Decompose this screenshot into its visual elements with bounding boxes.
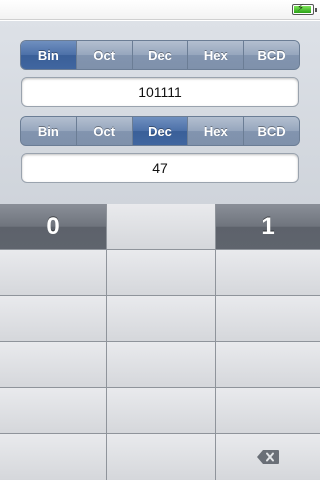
key-1[interactable]: 1 bbox=[216, 204, 320, 250]
key-blank[interactable] bbox=[0, 434, 107, 480]
output-base-bin[interactable]: Bin bbox=[21, 117, 77, 145]
output-base-dec[interactable]: Dec bbox=[132, 117, 189, 145]
input-base-oct[interactable]: Oct bbox=[76, 41, 133, 69]
key-blank[interactable] bbox=[107, 204, 216, 250]
key-blank[interactable] bbox=[216, 250, 320, 296]
backspace-key[interactable] bbox=[216, 434, 320, 480]
key-blank[interactable] bbox=[216, 388, 320, 434]
key-blank[interactable] bbox=[216, 296, 320, 342]
key-blank[interactable] bbox=[216, 342, 320, 388]
output-base-bcd[interactable]: BCD bbox=[244, 117, 299, 145]
output-base-hex[interactable]: Hex bbox=[188, 117, 245, 145]
output-base-selector: Bin Oct Dec Hex BCD bbox=[20, 116, 300, 146]
input-base-bin[interactable]: Bin bbox=[21, 41, 77, 69]
input-base-dec[interactable]: Dec bbox=[132, 41, 189, 69]
input-value-field[interactable]: 101111 bbox=[21, 77, 299, 107]
input-base-bcd[interactable]: BCD bbox=[244, 41, 299, 69]
key-blank[interactable] bbox=[0, 250, 107, 296]
key-blank[interactable] bbox=[107, 250, 216, 296]
key-blank[interactable] bbox=[107, 388, 216, 434]
key-blank[interactable] bbox=[107, 434, 216, 480]
input-base-selector: Bin Oct Dec Hex BCD bbox=[20, 40, 300, 70]
input-base-hex[interactable]: Hex bbox=[188, 41, 245, 69]
key-blank[interactable] bbox=[0, 388, 107, 434]
key-blank[interactable] bbox=[107, 342, 216, 388]
converter-panel: Bin Oct Dec Hex BCD 101111 Bin Oct Dec H… bbox=[0, 21, 320, 204]
key-blank[interactable] bbox=[0, 296, 107, 342]
output-base-oct[interactable]: Oct bbox=[76, 117, 133, 145]
output-value-field: 47 bbox=[21, 153, 299, 183]
keypad: 0 1 bbox=[0, 204, 320, 480]
battery-charging-icon: ⚡ bbox=[292, 3, 317, 15]
key-0[interactable]: 0 bbox=[0, 204, 107, 250]
key-blank[interactable] bbox=[0, 342, 107, 388]
backspace-icon bbox=[257, 450, 279, 464]
key-blank[interactable] bbox=[107, 296, 216, 342]
status-bar: ⚡ bbox=[0, 0, 320, 20]
